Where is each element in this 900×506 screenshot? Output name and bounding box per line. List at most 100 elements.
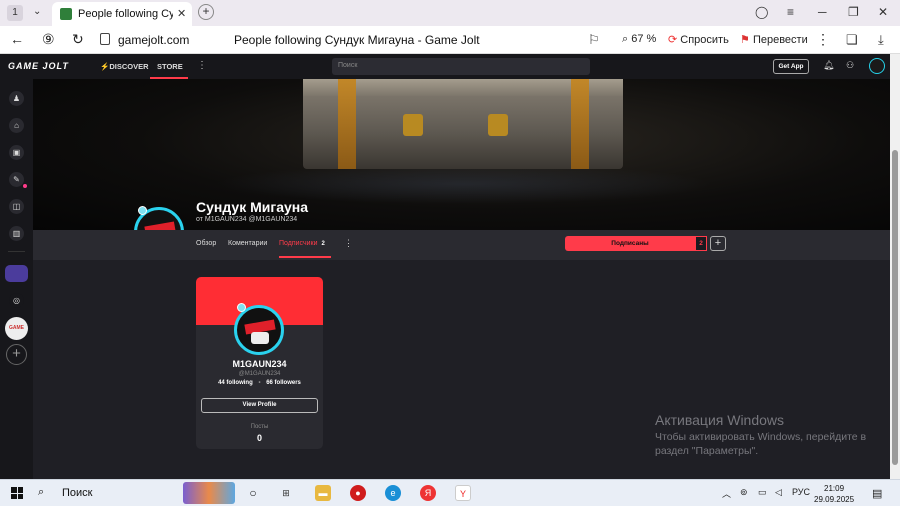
sidebar-add-community-button[interactable]: + xyxy=(6,344,27,365)
reload-icon[interactable]: ↻ xyxy=(72,31,84,48)
ask-button[interactable]: ⟳ Спросить xyxy=(668,33,729,46)
card-gem-icon xyxy=(237,303,246,312)
page-title-display: People following Сундук Мигауна - Game J… xyxy=(234,33,480,47)
clock-time: 21:09 xyxy=(824,484,845,493)
stats-separator: • xyxy=(258,380,261,386)
sidebar-library-icon[interactable]: ◫ xyxy=(9,199,24,214)
gamejolt-favicon-icon xyxy=(60,8,72,20)
tray-chevron-icon[interactable]: ︿ xyxy=(722,487,731,500)
tab-list-chevron-icon[interactable]: ⌄ xyxy=(33,6,41,17)
card-following[interactable]: 44 following xyxy=(218,380,253,386)
translate-icon: ⚑ xyxy=(740,34,750,46)
activation-watermark-title: Активация Windows xyxy=(655,412,785,428)
address-bar-row: ← ⑨ ↻ gamejolt.com People following Сунд… xyxy=(0,26,900,54)
battery-icon[interactable]: ▭ xyxy=(758,487,767,498)
clock-date: 29.09.2025 xyxy=(814,495,855,504)
followers-count-badge: 2 xyxy=(321,241,325,247)
sidebar-store-icon[interactable]: ⌂ xyxy=(9,118,24,133)
sidebar-community-2[interactable]: GAME xyxy=(5,317,28,340)
tab-followers[interactable]: Подписчики 2 xyxy=(279,240,325,247)
translate-button[interactable]: ⚑ Перевести xyxy=(740,33,808,46)
menu-lines-icon[interactable]: ≡ xyxy=(787,5,794,19)
subscribed-button[interactable]: Подписаны xyxy=(565,236,695,251)
collections-icon[interactable]: ❏ xyxy=(846,32,858,48)
task-view-icon[interactable]: ○ xyxy=(245,485,261,501)
yandex-logo-icon[interactable]: ⑨ xyxy=(42,31,55,48)
url-field[interactable]: gamejolt.com xyxy=(118,33,189,47)
browser-tab-title: People following Сундук xyxy=(78,8,173,20)
tab-count-badge[interactable]: 1 xyxy=(7,5,23,21)
back-arrow-icon[interactable]: ← xyxy=(10,31,24,47)
download-icon[interactable]: ⤓ xyxy=(878,32,884,48)
ask-label: Спросить xyxy=(680,34,729,46)
edge-icon[interactable]: e xyxy=(385,485,401,501)
language-indicator[interactable]: РУС xyxy=(792,487,810,497)
close-tab-icon[interactable]: ✕ xyxy=(177,7,186,20)
tab-more-icon[interactable]: ⋮ xyxy=(344,238,353,249)
padlock-icon xyxy=(488,114,508,136)
scrollbar-thumb[interactable] xyxy=(892,150,898,465)
nav-discover-link[interactable]: ⚡DISCOVER xyxy=(100,62,149,71)
yandex-app-icon[interactable]: Y xyxy=(455,485,471,501)
sidebar-gamepad-icon[interactable]: ◎ xyxy=(9,293,24,308)
browser-menu-icon[interactable]: ⋮ xyxy=(816,31,830,48)
bookmark-icon[interactable]: ⚐ xyxy=(588,32,600,48)
profile-icon[interactable]: ◯ xyxy=(755,5,768,19)
add-button[interactable]: + xyxy=(710,236,726,251)
card-followers[interactable]: 66 followers xyxy=(266,380,301,386)
close-window-icon[interactable]: ✕ xyxy=(878,5,888,19)
friends-icon[interactable]: ⚇ xyxy=(846,60,854,71)
ask-icon: ⟳ xyxy=(668,34,678,46)
site-search-input[interactable]: Поиск xyxy=(332,58,590,75)
sidebar-backpack-icon[interactable]: ▣ xyxy=(9,145,24,160)
card-handle: @M1GAUN234 xyxy=(238,371,281,377)
user-avatar[interactable] xyxy=(869,58,885,74)
new-tab-button[interactable]: + xyxy=(198,4,214,20)
volume-icon[interactable]: ◁ xyxy=(775,487,782,498)
sidebar-community-1[interactable] xyxy=(5,265,28,282)
activation-watermark-line2: Чтобы активировать Windows, перейдите в xyxy=(655,431,867,443)
notifications-bell-icon[interactable]: 🔔︎ xyxy=(823,60,834,71)
browser-tab[interactable]: People following Сундук ✕ xyxy=(52,2,192,26)
card-posts-label: Посты xyxy=(250,424,269,430)
get-app-button[interactable]: Get App xyxy=(773,59,809,74)
tab-comments[interactable]: Коментарии xyxy=(228,240,267,247)
profile-owner-line[interactable]: от M1GAUN234 @M1GAUN234 xyxy=(196,216,297,223)
restore-icon[interactable]: ❐ xyxy=(848,5,859,19)
active-tab-indicator xyxy=(279,256,331,258)
taskbar-search[interactable]: Поиск xyxy=(62,487,92,499)
left-sidebar: ♟ ⌂ ▣ ✎ ◫ ▥ ◎ GAME + xyxy=(0,79,33,479)
nav-more-icon[interactable]: ⋮ xyxy=(197,60,207,71)
notifications-icon[interactable]: ▤ xyxy=(872,487,882,500)
sidebar-stats-icon[interactable]: ▥ xyxy=(9,226,24,241)
zoom-indicator[interactable]: ⌕ 67 % xyxy=(622,33,656,46)
windows-start-icon[interactable] xyxy=(11,487,23,499)
game-jolt-logo[interactable]: GAME JOLT xyxy=(8,61,69,71)
windows-taskbar: ⌕ Поиск ○ ⊞ ▬ ● e Я Y ︿ ⊚ ▭ ◁ РУС 21:09 … xyxy=(0,479,900,506)
browser-tab-strip: 1 ⌄ People following Сундук ✕ + ◯ ≡ ─ ❐ … xyxy=(0,0,900,26)
profile-name: Сундук Мигауна xyxy=(196,199,309,215)
minimize-icon[interactable]: ─ xyxy=(818,5,827,19)
tab-overview[interactable]: Обзор xyxy=(196,240,216,247)
card-username[interactable]: M1GAUN234 xyxy=(196,359,323,369)
card-stats: 44 following • 66 followers xyxy=(196,380,323,386)
sidebar-quests-icon[interactable]: ✎ xyxy=(9,172,24,187)
lock-icon[interactable] xyxy=(100,33,110,45)
search-highlight-image[interactable] xyxy=(183,482,235,504)
card-avatar[interactable] xyxy=(234,305,284,355)
taskbar-clock[interactable]: 21:09 29.09.2025 xyxy=(814,483,854,505)
search-icon[interactable]: ⌕ xyxy=(38,486,44,499)
file-explorer-icon[interactable]: ▬ xyxy=(315,485,331,501)
recorder-app-icon[interactable]: ● xyxy=(350,485,366,501)
discover-icon: ⚡ xyxy=(100,62,110,71)
network-icon[interactable]: ⊚ xyxy=(740,487,748,498)
sidebar-profile-icon[interactable]: ♟ xyxy=(9,91,24,106)
padlock-icon xyxy=(403,114,423,136)
activation-watermark-line3: раздел "Параметры". xyxy=(655,445,759,457)
nav-store-link[interactable]: STORE xyxy=(157,62,183,71)
avatar-gem-icon xyxy=(138,206,147,215)
view-profile-button[interactable]: View Profile xyxy=(201,398,318,413)
notification-dot xyxy=(23,184,27,188)
widgets-icon[interactable]: ⊞ xyxy=(278,485,294,501)
yandex-browser-icon[interactable]: Я xyxy=(420,485,436,501)
